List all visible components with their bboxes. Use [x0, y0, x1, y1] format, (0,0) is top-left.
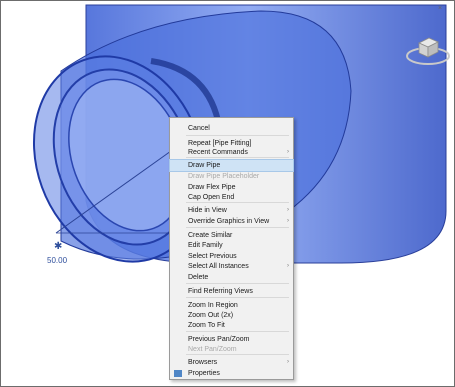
menu-item-label: Find Referring Views — [188, 288, 253, 295]
menu-item-delete[interactable]: Delete — [170, 272, 293, 283]
menu-separator — [186, 331, 289, 332]
menu-item-select-all-instances[interactable]: Select All Instances › — [170, 261, 293, 272]
menu-item-label: Edit Family — [188, 242, 223, 249]
menu-separator — [186, 297, 289, 298]
menu-item-cancel[interactable]: Cancel — [170, 123, 293, 134]
menu-separator — [186, 283, 289, 284]
menu-item-zoom-to-fit[interactable]: Zoom To Fit — [170, 320, 293, 331]
menu-item-label: Cancel — [188, 125, 210, 132]
menu-item-override-graphics-in-view[interactable]: Override Graphics in View › — [170, 216, 293, 227]
menu-item-label: Select Previous — [188, 253, 237, 260]
menu-item-label: Browsers — [188, 359, 218, 366]
menu-item-next-pan-zoom: Next Pan/Zoom — [170, 344, 293, 355]
menu-separator — [186, 135, 289, 136]
menu-item-hide-in-view[interactable]: Hide in View › — [170, 205, 293, 216]
menu-item-edit-family[interactable]: Edit Family — [170, 240, 293, 251]
submenu-arrow-icon: › — [287, 149, 289, 155]
context-menu: Cancel Repeat [Pipe Fitting] Recent Comman… — [169, 117, 294, 380]
menu-item-label: Properties — [188, 370, 220, 377]
menu-item-label: Recent Commands — [188, 149, 248, 156]
menu-item-draw-pipe-placeholder: Draw Pipe Placeholder — [170, 171, 293, 182]
view-cube-icon[interactable] — [405, 31, 451, 69]
menu-item-label: Draw Pipe — [188, 162, 221, 169]
menu-item-label: Override Graphics in View — [188, 218, 270, 225]
menu-item-properties[interactable]: Properties — [170, 368, 293, 379]
close-icon[interactable]: × — [438, 5, 442, 12]
dimension-value: 50.00 — [47, 256, 68, 265]
menu-item-browsers[interactable]: Browsers › — [170, 357, 293, 368]
menu-item-draw-pipe[interactable]: Draw Pipe — [169, 159, 294, 172]
menu-item-label: Create Similar — [188, 232, 233, 239]
checkmark-icon — [174, 370, 182, 377]
menu-item-label: Next Pan/Zoom — [188, 346, 237, 353]
menu-item-label: Select All Instances — [188, 263, 249, 270]
menu-item-label: Zoom To Fit — [188, 322, 225, 329]
menu-item-find-referring-views[interactable]: Find Referring Views — [170, 286, 293, 297]
submenu-arrow-icon: › — [287, 207, 289, 213]
submenu-arrow-icon: › — [287, 359, 289, 365]
menu-item-recent-commands[interactable]: Recent Commands › — [170, 147, 293, 158]
menu-item-label: Draw Flex Pipe — [188, 184, 236, 191]
menu-item-label: Hide in View — [188, 207, 227, 214]
menu-item-label: Draw Pipe Placeholder — [188, 173, 260, 180]
menu-item-label: Zoom Out (2x) — [188, 312, 234, 319]
menu-item-label: Delete — [188, 274, 209, 281]
menu-item-label: Zoom In Region — [188, 302, 238, 309]
menu-item-cap-open-end[interactable]: Cap Open End — [170, 192, 293, 203]
menu-separator — [186, 227, 289, 228]
menu-item-label: Previous Pan/Zoom — [188, 336, 250, 343]
menu-item-label: Repeat [Pipe Fitting] — [188, 140, 252, 147]
menu-item-label: Cap Open End — [188, 194, 235, 201]
app-window-frame: × ✱ 50.00 Cancel Repeat [Pipe Fitting] Rec… — [0, 0, 455, 387]
dimension-marker-icon: ✱ — [54, 241, 63, 252]
submenu-arrow-icon: › — [287, 263, 289, 269]
submenu-arrow-icon: › — [287, 218, 289, 224]
